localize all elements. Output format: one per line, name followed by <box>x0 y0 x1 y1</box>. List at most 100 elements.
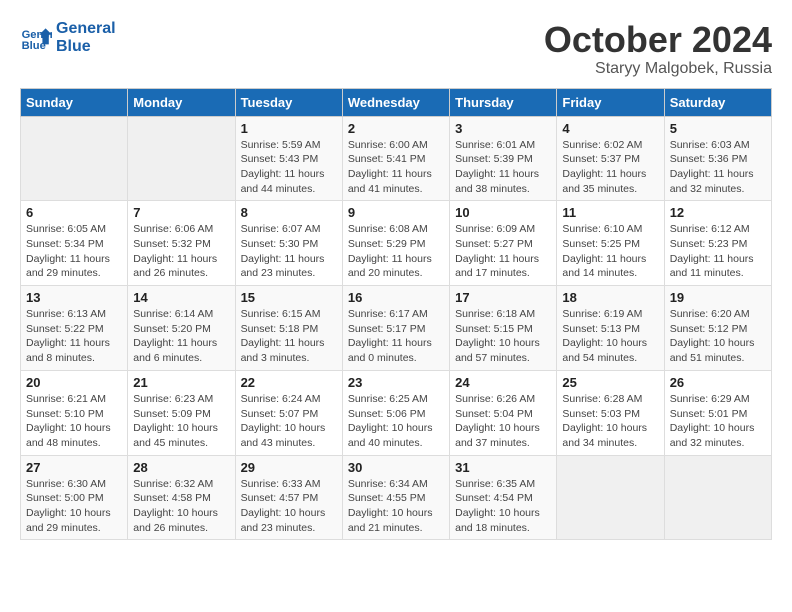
day-info: Sunrise: 6:01 AMSunset: 5:39 PMDaylight:… <box>455 138 551 197</box>
calendar-table: SundayMondayTuesdayWednesdayThursdayFrid… <box>20 88 772 541</box>
col-header-monday: Monday <box>128 88 235 116</box>
calendar-cell: 11 Sunrise: 6:10 AMSunset: 5:25 PMDayligh… <box>557 201 664 286</box>
day-info: Sunrise: 6:18 AMSunset: 5:15 PMDaylight:… <box>455 307 551 366</box>
day-number: 11 <box>562 205 658 220</box>
calendar-cell: 5Sunrise: 6:03 AMSunset: 5:36 PMDaylight… <box>664 116 771 201</box>
calendar-cell: 12 Sunrise: 6:12 AMSunset: 5:23 PMDayligh… <box>664 201 771 286</box>
calendar-cell: 20 Sunrise: 6:21 AMSunset: 5:10 PMDayligh… <box>21 370 128 455</box>
day-info: Sunrise: 6:17 AMSunset: 5:17 PMDaylight:… <box>348 307 444 366</box>
calendar-cell: 13 Sunrise: 6:13 AMSunset: 5:22 PMDayligh… <box>21 286 128 371</box>
calendar-cell: 21 Sunrise: 6:23 AMSunset: 5:09 PMDayligh… <box>128 370 235 455</box>
calendar-cell <box>664 455 771 540</box>
calendar-cell: 27Sunrise: 6:30 AMSunset: 5:00 PMDayligh… <box>21 455 128 540</box>
calendar-cell: 14 Sunrise: 6:14 AMSunset: 5:20 PMDayligh… <box>128 286 235 371</box>
col-header-friday: Friday <box>557 88 664 116</box>
calendar-cell: 24 Sunrise: 6:26 AMSunset: 5:04 PMDayligh… <box>450 370 557 455</box>
day-info: Sunrise: 6:25 AMSunset: 5:06 PMDaylight:… <box>348 392 444 451</box>
day-info: Sunrise: 6:13 AMSunset: 5:22 PMDaylight:… <box>26 307 122 366</box>
day-info: Sunrise: 6:34 AMSunset: 4:55 PMDaylight:… <box>348 477 444 536</box>
day-number: 6 <box>26 205 122 220</box>
day-info: Sunrise: 6:09 AMSunset: 5:27 PMDaylight:… <box>455 222 551 281</box>
day-info: Sunrise: 5:59 AMSunset: 5:43 PMDaylight:… <box>241 138 337 197</box>
day-info: Sunrise: 6:26 AMSunset: 5:04 PMDaylight:… <box>455 392 551 451</box>
calendar-cell: 2 Sunrise: 6:00 AMSunset: 5:41 PMDaylight… <box>342 116 449 201</box>
col-header-tuesday: Tuesday <box>235 88 342 116</box>
day-info: Sunrise: 6:00 AMSunset: 5:41 PMDaylight:… <box>348 138 444 197</box>
month-title: October 2024 <box>544 20 772 60</box>
title-block: October 2024 Staryy Malgobek, Russia <box>544 20 772 78</box>
calendar-cell: 29 Sunrise: 6:33 AMSunset: 4:57 PMDayligh… <box>235 455 342 540</box>
calendar-cell: 30Sunrise: 6:34 AMSunset: 4:55 PMDayligh… <box>342 455 449 540</box>
week-row-4: 20 Sunrise: 6:21 AMSunset: 5:10 PMDayligh… <box>21 370 772 455</box>
day-info: Sunrise: 6:14 AMSunset: 5:20 PMDaylight:… <box>133 307 229 366</box>
day-number: 12 <box>670 205 766 220</box>
day-number: 17 <box>455 290 551 305</box>
day-number: 4 <box>562 121 658 136</box>
col-header-thursday: Thursday <box>450 88 557 116</box>
day-number: 21 <box>133 375 229 390</box>
calendar-cell: 16 Sunrise: 6:17 AMSunset: 5:17 PMDayligh… <box>342 286 449 371</box>
logo-line2: Blue <box>56 38 116 56</box>
calendar-cell: 19 Sunrise: 6:20 AMSunset: 5:12 PMDayligh… <box>664 286 771 371</box>
day-info: Sunrise: 6:28 AMSunset: 5:03 PMDaylight:… <box>562 392 658 451</box>
logo: General Blue General Blue <box>20 20 116 57</box>
page-header: General Blue General Blue October 2024 S… <box>20 20 772 78</box>
calendar-cell: 26 Sunrise: 6:29 AMSunset: 5:01 PMDayligh… <box>664 370 771 455</box>
day-info: Sunrise: 6:30 AMSunset: 5:00 PMDaylight:… <box>26 477 122 536</box>
calendar-cell: 25 Sunrise: 6:28 AMSunset: 5:03 PMDayligh… <box>557 370 664 455</box>
calendar-cell: 7Sunrise: 6:06 AMSunset: 5:32 PMDaylight… <box>128 201 235 286</box>
calendar-cell: 31 Sunrise: 6:35 AMSunset: 4:54 PMDayligh… <box>450 455 557 540</box>
day-number: 29 <box>241 460 337 475</box>
calendar-cell: 23Sunrise: 6:25 AMSunset: 5:06 PMDayligh… <box>342 370 449 455</box>
day-number: 19 <box>670 290 766 305</box>
day-info: Sunrise: 6:32 AMSunset: 4:58 PMDaylight:… <box>133 477 229 536</box>
day-number: 22 <box>241 375 337 390</box>
day-info: Sunrise: 6:02 AMSunset: 5:37 PMDaylight:… <box>562 138 658 197</box>
day-info: Sunrise: 6:21 AMSunset: 5:10 PMDaylight:… <box>26 392 122 451</box>
day-number: 15 <box>241 290 337 305</box>
day-info: Sunrise: 6:35 AMSunset: 4:54 PMDaylight:… <box>455 477 551 536</box>
day-info: Sunrise: 6:29 AMSunset: 5:01 PMDaylight:… <box>670 392 766 451</box>
day-info: Sunrise: 6:20 AMSunset: 5:12 PMDaylight:… <box>670 307 766 366</box>
day-number: 3 <box>455 121 551 136</box>
calendar-cell: 9 Sunrise: 6:08 AMSunset: 5:29 PMDaylight… <box>342 201 449 286</box>
day-number: 5 <box>670 121 766 136</box>
day-number: 14 <box>133 290 229 305</box>
day-number: 2 <box>348 121 444 136</box>
day-info: Sunrise: 6:08 AMSunset: 5:29 PMDaylight:… <box>348 222 444 281</box>
col-header-wednesday: Wednesday <box>342 88 449 116</box>
day-number: 18 <box>562 290 658 305</box>
day-info: Sunrise: 6:15 AMSunset: 5:18 PMDaylight:… <box>241 307 337 366</box>
day-info: Sunrise: 6:10 AMSunset: 5:25 PMDaylight:… <box>562 222 658 281</box>
col-header-saturday: Saturday <box>664 88 771 116</box>
svg-text:Blue: Blue <box>22 41 46 53</box>
header-row: SundayMondayTuesdayWednesdayThursdayFrid… <box>21 88 772 116</box>
day-number: 25 <box>562 375 658 390</box>
day-info: Sunrise: 6:05 AMSunset: 5:34 PMDaylight:… <box>26 222 122 281</box>
col-header-sunday: Sunday <box>21 88 128 116</box>
week-row-3: 13 Sunrise: 6:13 AMSunset: 5:22 PMDayligh… <box>21 286 772 371</box>
calendar-cell: 15 Sunrise: 6:15 AMSunset: 5:18 PMDayligh… <box>235 286 342 371</box>
day-info: Sunrise: 6:24 AMSunset: 5:07 PMDaylight:… <box>241 392 337 451</box>
day-number: 16 <box>348 290 444 305</box>
week-row-2: 6 Sunrise: 6:05 AMSunset: 5:34 PMDaylight… <box>21 201 772 286</box>
day-number: 24 <box>455 375 551 390</box>
day-number: 31 <box>455 460 551 475</box>
calendar-cell: 18Sunrise: 6:19 AMSunset: 5:13 PMDayligh… <box>557 286 664 371</box>
day-info: Sunrise: 6:12 AMSunset: 5:23 PMDaylight:… <box>670 222 766 281</box>
day-number: 28 <box>133 460 229 475</box>
calendar-cell <box>21 116 128 201</box>
day-info: Sunrise: 6:06 AMSunset: 5:32 PMDaylight:… <box>133 222 229 281</box>
day-number: 20 <box>26 375 122 390</box>
day-number: 9 <box>348 205 444 220</box>
day-info: Sunrise: 6:23 AMSunset: 5:09 PMDaylight:… <box>133 392 229 451</box>
day-info: Sunrise: 6:33 AMSunset: 4:57 PMDaylight:… <box>241 477 337 536</box>
logo-line1: General <box>56 20 116 38</box>
day-number: 26 <box>670 375 766 390</box>
calendar-cell: 8Sunrise: 6:07 AMSunset: 5:30 PMDaylight… <box>235 201 342 286</box>
calendar-cell: 10Sunrise: 6:09 AMSunset: 5:27 PMDayligh… <box>450 201 557 286</box>
day-number: 13 <box>26 290 122 305</box>
calendar-cell: 1Sunrise: 5:59 AMSunset: 5:43 PMDaylight… <box>235 116 342 201</box>
location-subtitle: Staryy Malgobek, Russia <box>544 60 772 78</box>
calendar-cell: 6 Sunrise: 6:05 AMSunset: 5:34 PMDaylight… <box>21 201 128 286</box>
